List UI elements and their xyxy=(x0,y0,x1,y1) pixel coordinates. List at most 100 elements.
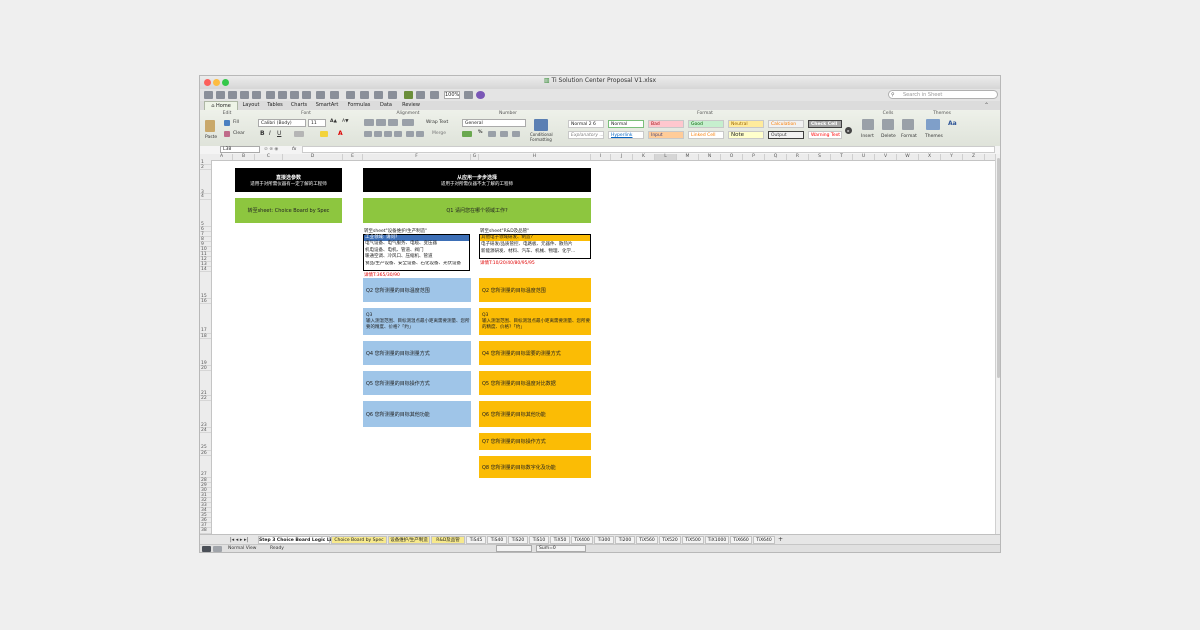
orange-question-box[interactable]: Q4 您所测量的目标需要的测量方式 xyxy=(479,341,591,365)
justify-icon[interactable] xyxy=(394,131,402,137)
italic-icon[interactable]: I xyxy=(269,130,271,137)
blue-question-box[interactable]: Q5 您所测量的目标操作方式 xyxy=(363,371,471,395)
redo-icon[interactable] xyxy=(330,91,339,99)
conditional-formatting-icon[interactable] xyxy=(534,119,548,131)
filter-icon[interactable] xyxy=(374,91,383,99)
column-header[interactable]: B xyxy=(233,154,255,160)
blue-question-box[interactable]: Q2 您所测量的目标温度范围 xyxy=(363,278,471,302)
column-header[interactable]: E xyxy=(343,154,363,160)
zoom-dropdown-icon[interactable] xyxy=(464,91,473,99)
page-layout-view-icon[interactable] xyxy=(213,546,222,552)
autosum-icon[interactable] xyxy=(346,91,355,99)
column-header[interactable]: N xyxy=(699,154,721,160)
align-center-icon[interactable] xyxy=(374,131,382,137)
style-bad[interactable]: Bad xyxy=(648,120,684,128)
sheet-nav-arrows-icon[interactable]: |◂ ◂ ▸ ▸| xyxy=(230,537,248,543)
normal-view-icon[interactable] xyxy=(202,546,211,552)
row-header[interactable]: 23 xyxy=(200,401,211,428)
row-header[interactable]: 21 xyxy=(200,371,211,396)
style-note[interactable]: Note xyxy=(728,131,764,139)
underline-icon[interactable]: U xyxy=(277,130,281,137)
currency-icon[interactable] xyxy=(462,131,472,137)
new-icon[interactable] xyxy=(204,91,213,99)
grow-font-icon[interactable]: A▲ xyxy=(330,119,337,124)
sheet-tab[interactable]: 设备维护/生产制造 xyxy=(388,536,430,544)
tab-review[interactable]: Review xyxy=(398,101,424,110)
percent-icon[interactable]: % xyxy=(478,130,483,135)
column-header[interactable]: Z xyxy=(963,154,985,160)
shrink-font-icon[interactable]: A▼ xyxy=(342,119,349,124)
sort-icon[interactable] xyxy=(360,91,369,99)
align-top-icon[interactable] xyxy=(364,119,374,126)
orange-question-box[interactable]: Q7 您所测量的目标操作方式 xyxy=(479,433,591,450)
column-header[interactable]: M xyxy=(677,154,699,160)
column-header[interactable]: R xyxy=(787,154,809,160)
row-header[interactable]: 15 xyxy=(200,272,211,299)
row-header[interactable]: 17 xyxy=(200,304,211,334)
sheet-tab[interactable]: Step 3 Choice Board Logic Line xyxy=(258,536,338,544)
delete-label[interactable]: Delete xyxy=(881,134,896,139)
align-middle-icon[interactable] xyxy=(376,119,386,126)
scrollbar-thumb[interactable] xyxy=(997,158,1000,378)
sheet-tab[interactable]: TiX1000 xyxy=(705,536,729,544)
sheet-tab[interactable]: TiS40 xyxy=(487,536,507,544)
paste-clipboard-icon[interactable] xyxy=(205,120,215,132)
style-warning-text[interactable]: Warning Text xyxy=(808,131,842,139)
row-header[interactable]: 19 xyxy=(200,339,211,366)
increase-indent-icon[interactable] xyxy=(416,131,424,137)
sheet-tab[interactable]: TiX640 xyxy=(753,536,775,544)
style-normal[interactable]: Normal xyxy=(608,120,644,128)
column-header[interactable]: U xyxy=(853,154,875,160)
insert-cells-icon[interactable] xyxy=(862,119,874,130)
style-good[interactable]: Good xyxy=(688,120,724,128)
tab-charts[interactable]: Charts xyxy=(288,101,310,110)
format-label[interactable]: Format xyxy=(901,134,917,139)
blue-question-box[interactable]: Q6 您所测量的目标其他功能 xyxy=(363,401,471,427)
sheet-tab[interactable]: TiX560 xyxy=(636,536,658,544)
delete-cells-icon[interactable] xyxy=(882,119,894,130)
paste-icon[interactable] xyxy=(290,91,299,99)
column-header[interactable]: F xyxy=(363,154,471,160)
align-right-icon[interactable] xyxy=(384,131,392,137)
clear-label[interactable]: Clear xyxy=(233,131,245,136)
undo-icon[interactable] xyxy=(316,91,325,99)
open-icon[interactable] xyxy=(228,91,237,99)
wrap-text-label[interactable]: Wrap Text xyxy=(426,120,448,125)
sidebar-icon[interactable] xyxy=(430,91,439,99)
column-header[interactable]: T xyxy=(831,154,853,160)
style-output[interactable]: Output xyxy=(768,131,804,139)
format-cells-icon[interactable] xyxy=(902,119,914,130)
sheet-tab[interactable]: TiX400 xyxy=(571,536,593,544)
name-box[interactable]: L38 xyxy=(220,146,260,153)
column-header[interactable]: D xyxy=(283,154,343,160)
clear-icon[interactable] xyxy=(224,131,230,137)
style-linked-cell[interactable]: Linked Cell xyxy=(688,131,724,139)
row-header[interactable]: 5 xyxy=(200,200,211,227)
vertical-scrollbar[interactable] xyxy=(995,154,1000,534)
orientation-icon[interactable] xyxy=(402,119,414,126)
search-input[interactable]: Search in Sheet xyxy=(888,90,998,99)
fill-icon[interactable] xyxy=(224,120,230,126)
formula-controls-icon[interactable]: ⊘ ⊗ ◉ xyxy=(264,147,278,152)
format-painter-icon[interactable] xyxy=(302,91,311,99)
orange-question-box[interactable]: Q5 您所测量的目标温度对比数据 xyxy=(479,371,591,395)
style-neutral[interactable]: Neutral xyxy=(728,120,764,128)
save-icon[interactable] xyxy=(240,91,249,99)
align-bottom-icon[interactable] xyxy=(388,119,398,126)
formula-builder-icon[interactable] xyxy=(404,91,413,99)
column-header[interactable]: C xyxy=(255,154,283,160)
formula-input[interactable] xyxy=(302,146,995,153)
style-check-cell[interactable]: Check Cell xyxy=(808,120,842,128)
column-header[interactable]: S xyxy=(809,154,831,160)
themes-label[interactable]: Themes xyxy=(925,134,943,139)
sheet-tab[interactable]: TiX660 xyxy=(730,536,752,544)
style-explanatory[interactable]: Explanatory ... xyxy=(568,131,604,139)
sheet-tab[interactable]: Choice Board by Spec xyxy=(331,536,387,544)
column-header[interactable]: H xyxy=(479,154,591,160)
gallery-icon[interactable] xyxy=(388,91,397,99)
tab-home[interactable]: ⌂ Home xyxy=(204,101,238,110)
sheet-tab[interactable]: TiS45 xyxy=(466,536,486,544)
tab-smartart[interactable]: SmartArt xyxy=(312,101,342,110)
column-header[interactable]: O xyxy=(721,154,743,160)
sheet-tab[interactable]: TiS10 xyxy=(529,536,549,544)
